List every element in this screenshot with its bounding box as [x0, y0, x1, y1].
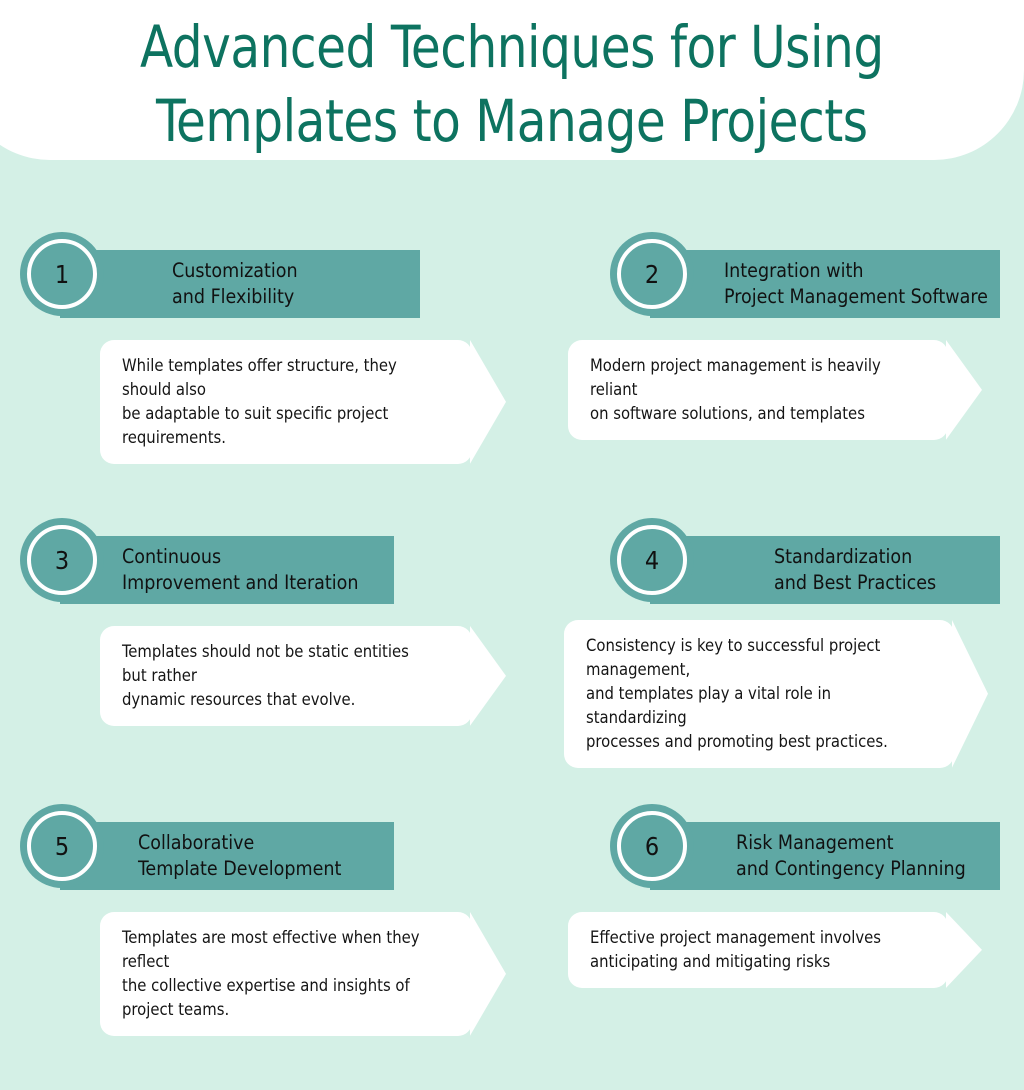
- item-3-header: Continuous Improvement and Iteration 3: [20, 518, 480, 604]
- item-2-number-badge: 2: [610, 232, 694, 316]
- item-1-number-badge: 1: [20, 232, 104, 316]
- item-4-number: 4: [644, 545, 660, 575]
- item-2: Integration with Project Management Soft…: [568, 232, 1024, 440]
- item-5-bar: Collaborative Template Development: [60, 822, 394, 890]
- item-row: Collaborative Template Development 5 Tem…: [0, 804, 1024, 1090]
- item-1-description: While templates offer structure, they sh…: [122, 356, 397, 447]
- item-5-number: 5: [54, 831, 70, 861]
- item-5-number-badge: 5: [20, 804, 104, 888]
- item-6-bar: Risk Management and Contingency Planning: [650, 822, 1000, 890]
- item-4-description-callout: Consistency is key to successful project…: [564, 620, 954, 768]
- page-title: Advanced Techniques for Using Templates …: [140, 12, 884, 155]
- item-6-number-badge: 6: [610, 804, 694, 888]
- item-3-bar: Continuous Improvement and Iteration: [60, 536, 394, 604]
- item-4-header: Standardization and Best Practices 4: [610, 518, 1024, 604]
- item-1: Customization and Flexibility 1 While te…: [20, 232, 480, 464]
- item-4-number-badge: 4: [610, 518, 694, 602]
- item-5-description: Templates are most effective when they r…: [122, 928, 420, 1019]
- title-card: Advanced Techniques for Using Templates …: [0, 0, 1024, 160]
- item-6-header: Risk Management and Contingency Planning…: [610, 804, 1024, 890]
- item-4: Standardization and Best Practices 4 Con…: [564, 518, 1024, 768]
- item-1-description-callout: While templates offer structure, they sh…: [100, 340, 472, 464]
- item-6-number: 6: [644, 831, 660, 861]
- items-grid: Customization and Flexibility 1 While te…: [0, 232, 1024, 1090]
- item-6-description-callout: Effective project management involves an…: [568, 912, 948, 988]
- item-3-heading: Continuous Improvement and Iteration: [122, 545, 359, 594]
- item-1-number: 1: [54, 259, 70, 289]
- item-3-number-badge: 3: [20, 518, 104, 602]
- item-5-description-callout: Templates are most effective when they r…: [100, 912, 472, 1036]
- item-4-description: Consistency is key to successful project…: [586, 636, 888, 751]
- item-5-header: Collaborative Template Development 5: [20, 804, 480, 890]
- item-2-header: Integration with Project Management Soft…: [610, 232, 1024, 318]
- item-6: Risk Management and Contingency Planning…: [568, 804, 1024, 988]
- item-row: Customization and Flexibility 1 While te…: [0, 232, 1024, 518]
- item-3-description-callout: Templates should not be static entities …: [100, 626, 472, 726]
- item-2-heading: Integration with Project Management Soft…: [724, 259, 988, 308]
- item-2-description: Modern project management is heavily rel…: [590, 356, 881, 423]
- item-5-heading: Collaborative Template Development: [138, 831, 342, 880]
- item-3-description: Templates should not be static entities …: [122, 642, 409, 709]
- item-3-number: 3: [54, 545, 70, 575]
- item-6-heading: Risk Management and Contingency Planning: [736, 831, 966, 880]
- item-4-bar: Standardization and Best Practices: [650, 536, 1000, 604]
- item-2-description-callout: Modern project management is heavily rel…: [568, 340, 948, 440]
- item-1-header: Customization and Flexibility 1: [20, 232, 480, 318]
- item-5: Collaborative Template Development 5 Tem…: [20, 804, 480, 1036]
- item-3: Continuous Improvement and Iteration 3 T…: [20, 518, 480, 726]
- item-2-number: 2: [644, 259, 660, 289]
- item-1-heading: Customization and Flexibility: [172, 259, 298, 308]
- item-1-bar: Customization and Flexibility: [60, 250, 420, 318]
- item-6-description: Effective project management involves an…: [590, 928, 882, 971]
- item-row: Continuous Improvement and Iteration 3 T…: [0, 518, 1024, 804]
- item-2-bar: Integration with Project Management Soft…: [650, 250, 1000, 318]
- item-4-heading: Standardization and Best Practices: [774, 545, 937, 594]
